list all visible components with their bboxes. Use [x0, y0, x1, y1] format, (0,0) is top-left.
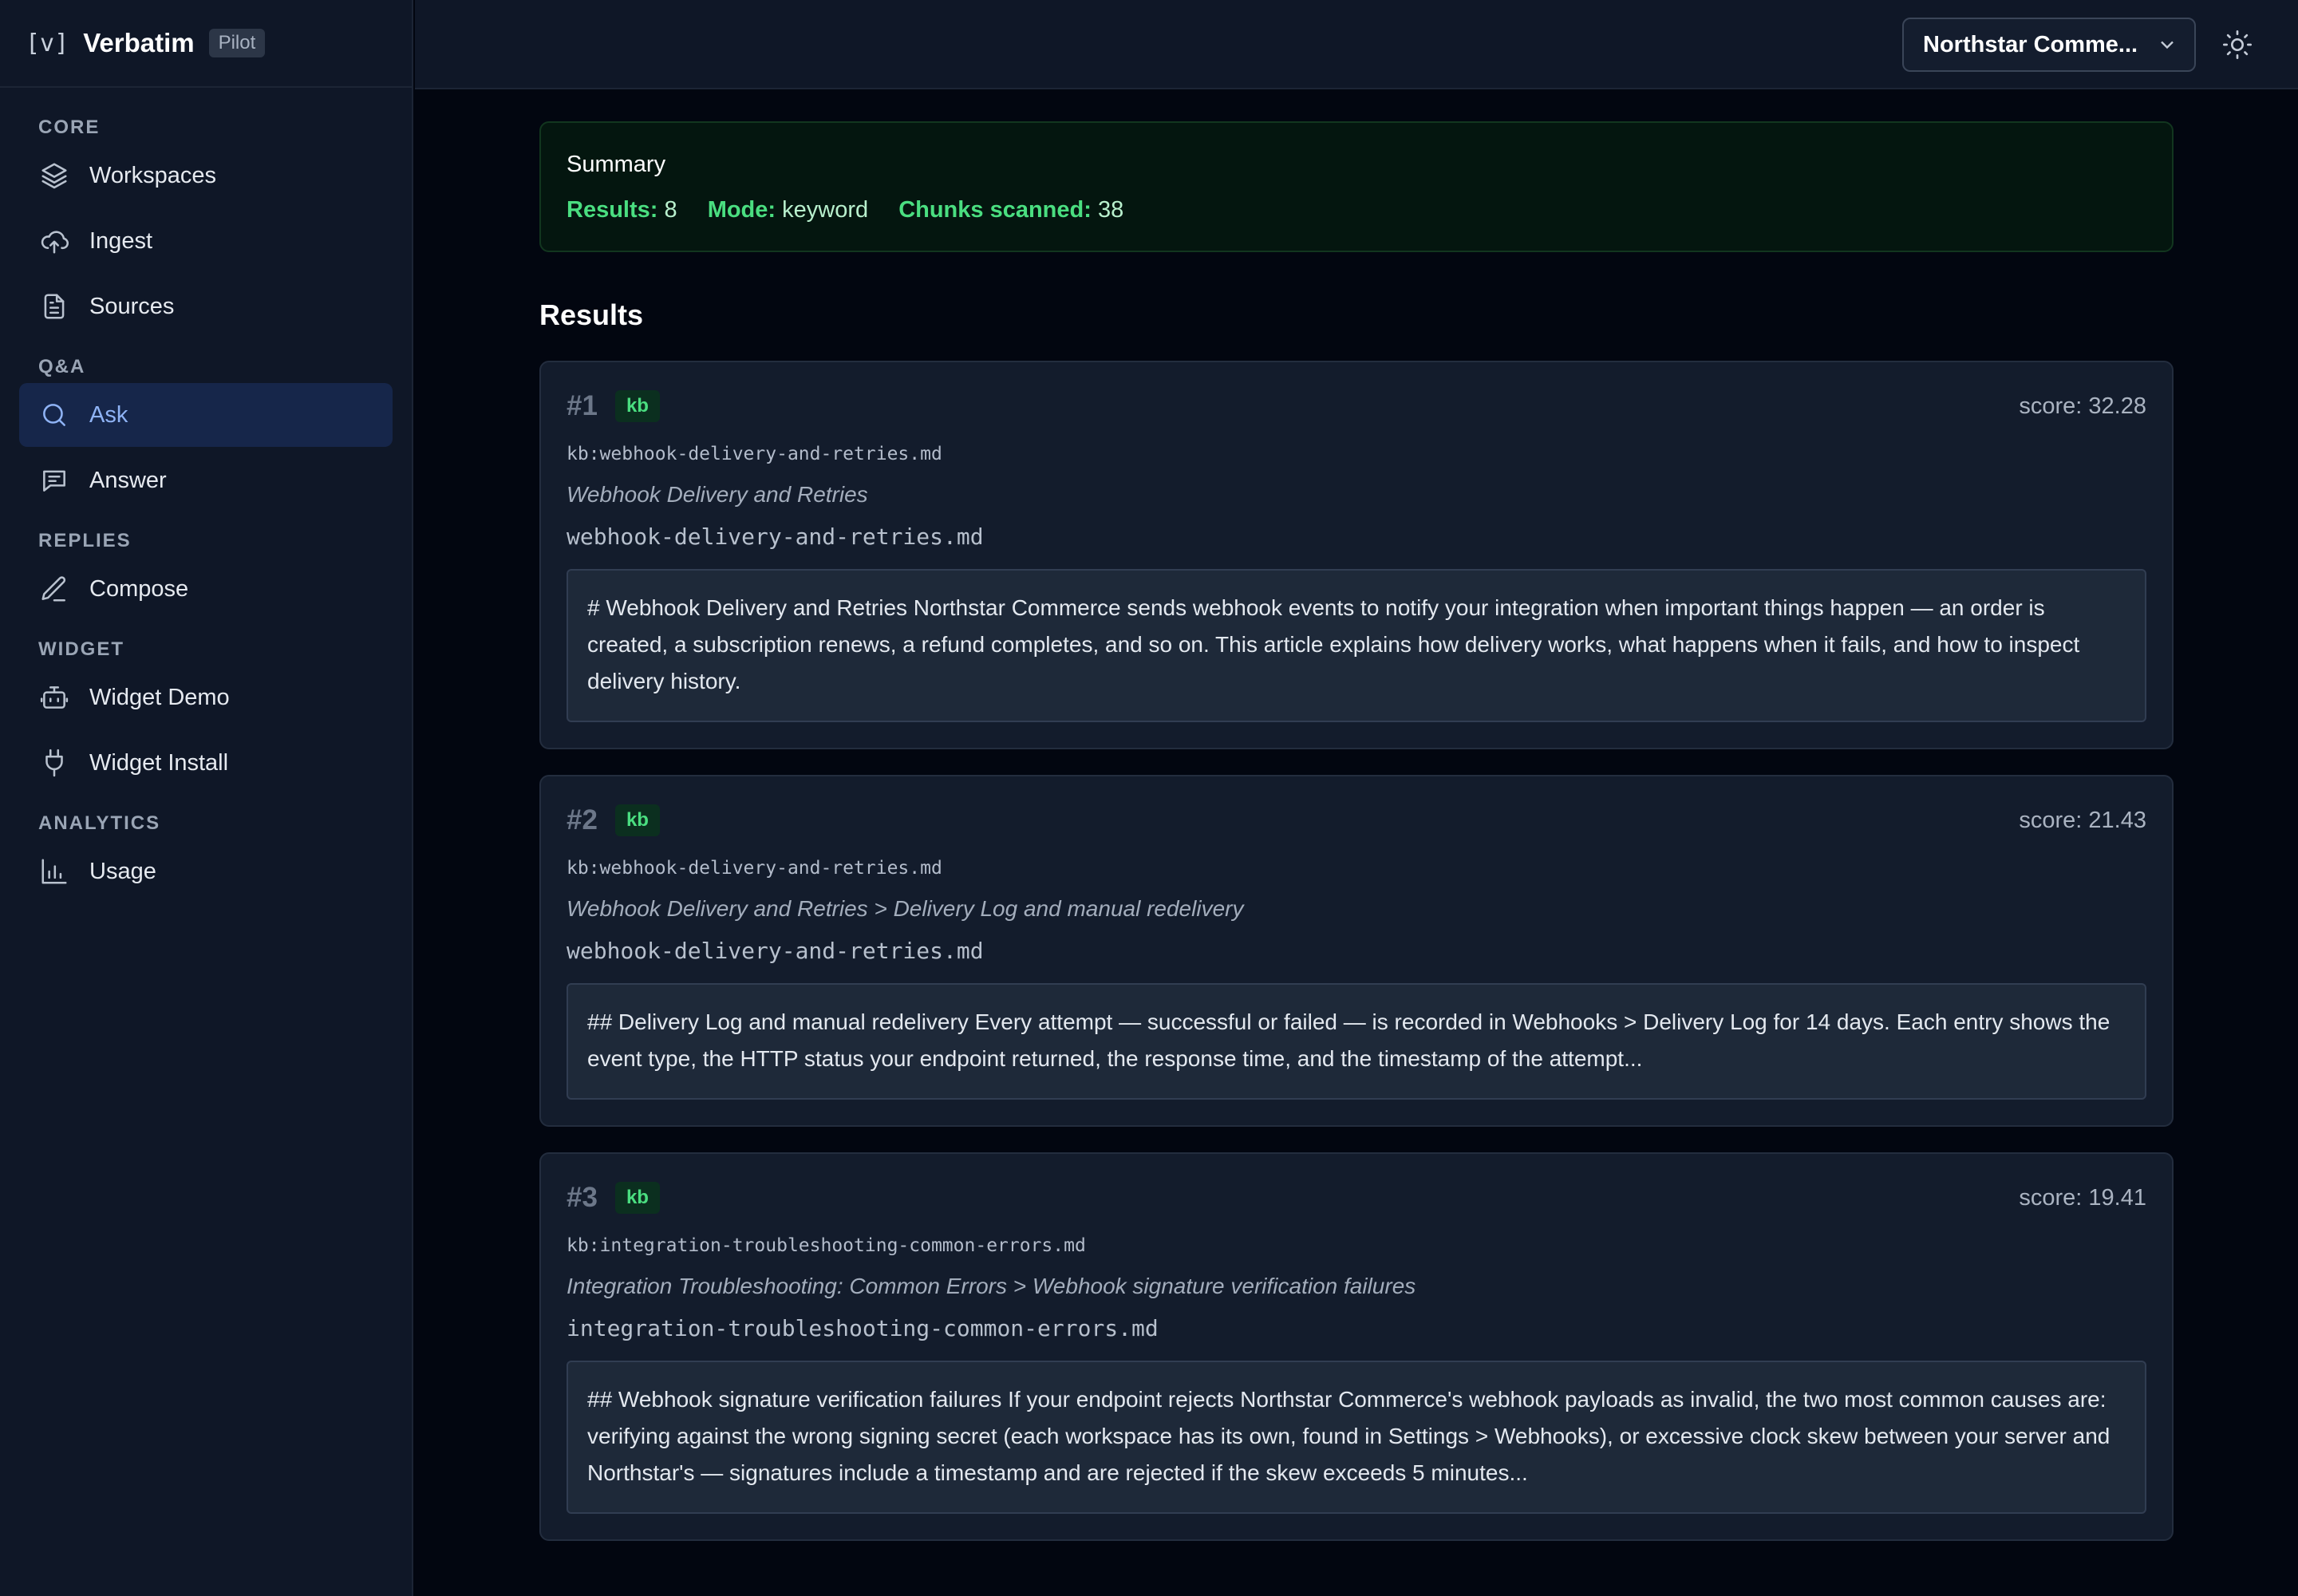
- sidebar-item-label: Compose: [89, 575, 189, 602]
- brand-badge: Pilot: [208, 29, 266, 57]
- result-score: score: 32.28: [2019, 393, 2146, 419]
- nav-section-qa: Q&A: [38, 356, 86, 377]
- sidebar-nav: CORE Workspaces Ingest Sources Q&A Ask A…: [0, 88, 412, 903]
- file-text-icon: [38, 290, 70, 322]
- sidebar-item-ingest[interactable]: Ingest: [19, 209, 393, 273]
- result-snippet: # Webhook Delivery and Retries Northstar…: [567, 569, 2146, 722]
- sidebar: [v] Verbatim Pilot CORE Workspaces Inges…: [0, 0, 413, 1596]
- bot-icon: [38, 681, 70, 713]
- summary-results: Results: 8: [567, 197, 677, 223]
- summary-chunks-value: 38: [1097, 197, 1124, 223]
- result-snippet: ## Webhook signature verification failur…: [567, 1361, 2146, 1514]
- result-snippet: ## Delivery Log and manual redelivery Ev…: [567, 983, 2146, 1100]
- summary-mode: Mode: keyword: [708, 197, 868, 223]
- result-file: webhook-delivery-and-retries.md: [567, 938, 984, 964]
- results-heading: Results: [539, 298, 644, 331]
- brand[interactable]: [v] Verbatim Pilot: [0, 0, 412, 88]
- sidebar-item-widget-demo[interactable]: Widget Demo: [19, 666, 393, 729]
- bar-chart-icon: [38, 855, 70, 887]
- result-rank: #1: [567, 390, 598, 421]
- sidebar-item-label: Usage: [89, 858, 156, 884]
- summary-mode-label: Mode:: [707, 197, 776, 223]
- sidebar-item-widget-install[interactable]: Widget Install: [19, 731, 393, 795]
- summary-results-value: 8: [664, 197, 677, 223]
- result-path: Webhook Delivery and Retries > Delivery …: [567, 896, 1244, 921]
- brand-logo-icon: [v]: [26, 29, 69, 57]
- message-icon: [38, 464, 70, 496]
- sidebar-item-usage[interactable]: Usage: [19, 839, 393, 903]
- result-card: #1 kb score: 32.28 kb:webhook-delivery-a…: [539, 361, 2174, 749]
- theme-toggle-button[interactable]: [2218, 26, 2257, 64]
- workspace-select-value: Northstar Comme...: [1923, 31, 2138, 57]
- result-score: score: 21.43: [2019, 807, 2146, 833]
- nav-section-widget: WIDGET: [38, 638, 124, 660]
- sidebar-item-label: Ingest: [89, 227, 152, 254]
- result-id: kb:integration-troubleshooting-common-er…: [567, 1235, 1086, 1256]
- pen-icon: [38, 573, 70, 605]
- sidebar-item-label: Widget Install: [89, 749, 229, 776]
- result-id: kb:webhook-delivery-and-retries.md: [567, 858, 942, 879]
- result-card: #2 kb score: 21.43 kb:webhook-delivery-a…: [539, 775, 2174, 1127]
- sun-icon: [2223, 30, 2252, 59]
- summary-chunks: Chunks scanned: 38: [898, 197, 1123, 223]
- sidebar-item-label: Workspaces: [89, 162, 217, 188]
- sidebar-item-compose[interactable]: Compose: [19, 557, 393, 621]
- result-file: webhook-delivery-and-retries.md: [567, 523, 984, 550]
- result-tag: kb: [614, 1182, 660, 1214]
- sidebar-item-label: Sources: [89, 293, 175, 319]
- summary-title: Summary: [567, 152, 666, 177]
- sidebar-item-sources[interactable]: Sources: [19, 275, 393, 338]
- sidebar-item-label: Widget Demo: [89, 684, 230, 710]
- summary-chunks-label: Chunks scanned:: [898, 197, 1092, 223]
- brand-name: Verbatim: [83, 28, 195, 57]
- summary-panel: Summary Results: 8 Mode: keyword Chunks …: [539, 121, 2174, 252]
- result-path: Integration Troubleshooting: Common Erro…: [567, 1274, 1416, 1298]
- sidebar-item-workspaces[interactable]: Workspaces: [19, 144, 393, 207]
- nav-section-analytics: ANALYTICS: [38, 812, 161, 834]
- summary-stats: Results: 8 Mode: keyword Chunks scanned:…: [567, 197, 2146, 223]
- result-rank: #3: [567, 1182, 598, 1213]
- result-id: kb:webhook-delivery-and-retries.md: [567, 444, 942, 464]
- sidebar-item-ask[interactable]: Ask: [19, 383, 393, 447]
- result-rank: #2: [567, 804, 598, 836]
- result-file: integration-troubleshooting-common-error…: [567, 1315, 1159, 1341]
- main-content: Summary Results: 8 Mode: keyword Chunks …: [539, 121, 2174, 1566]
- sidebar-item-answer[interactable]: Answer: [19, 448, 393, 512]
- result-tag: kb: [614, 804, 660, 836]
- workspace-select[interactable]: Northstar Comme...: [1902, 18, 2196, 72]
- search-icon: [38, 399, 70, 431]
- result-card: #3 kb score: 19.41 kb:integration-troubl…: [539, 1152, 2174, 1541]
- result-tag: kb: [614, 390, 660, 422]
- nav-section-replies: REPLIES: [38, 530, 132, 551]
- sidebar-item-label: Answer: [89, 467, 167, 493]
- layers-icon: [38, 160, 70, 192]
- result-score: score: 19.41: [2019, 1184, 2146, 1211]
- nav-section-core: CORE: [38, 117, 101, 138]
- summary-results-label: Results:: [567, 197, 658, 223]
- result-path: Webhook Delivery and Retries: [567, 482, 868, 507]
- summary-mode-value: keyword: [782, 197, 869, 223]
- cloud-upload-icon: [38, 225, 70, 257]
- chevron-down-icon: [2161, 41, 2174, 49]
- sidebar-item-label: Ask: [89, 401, 128, 428]
- plug-icon: [38, 747, 70, 779]
